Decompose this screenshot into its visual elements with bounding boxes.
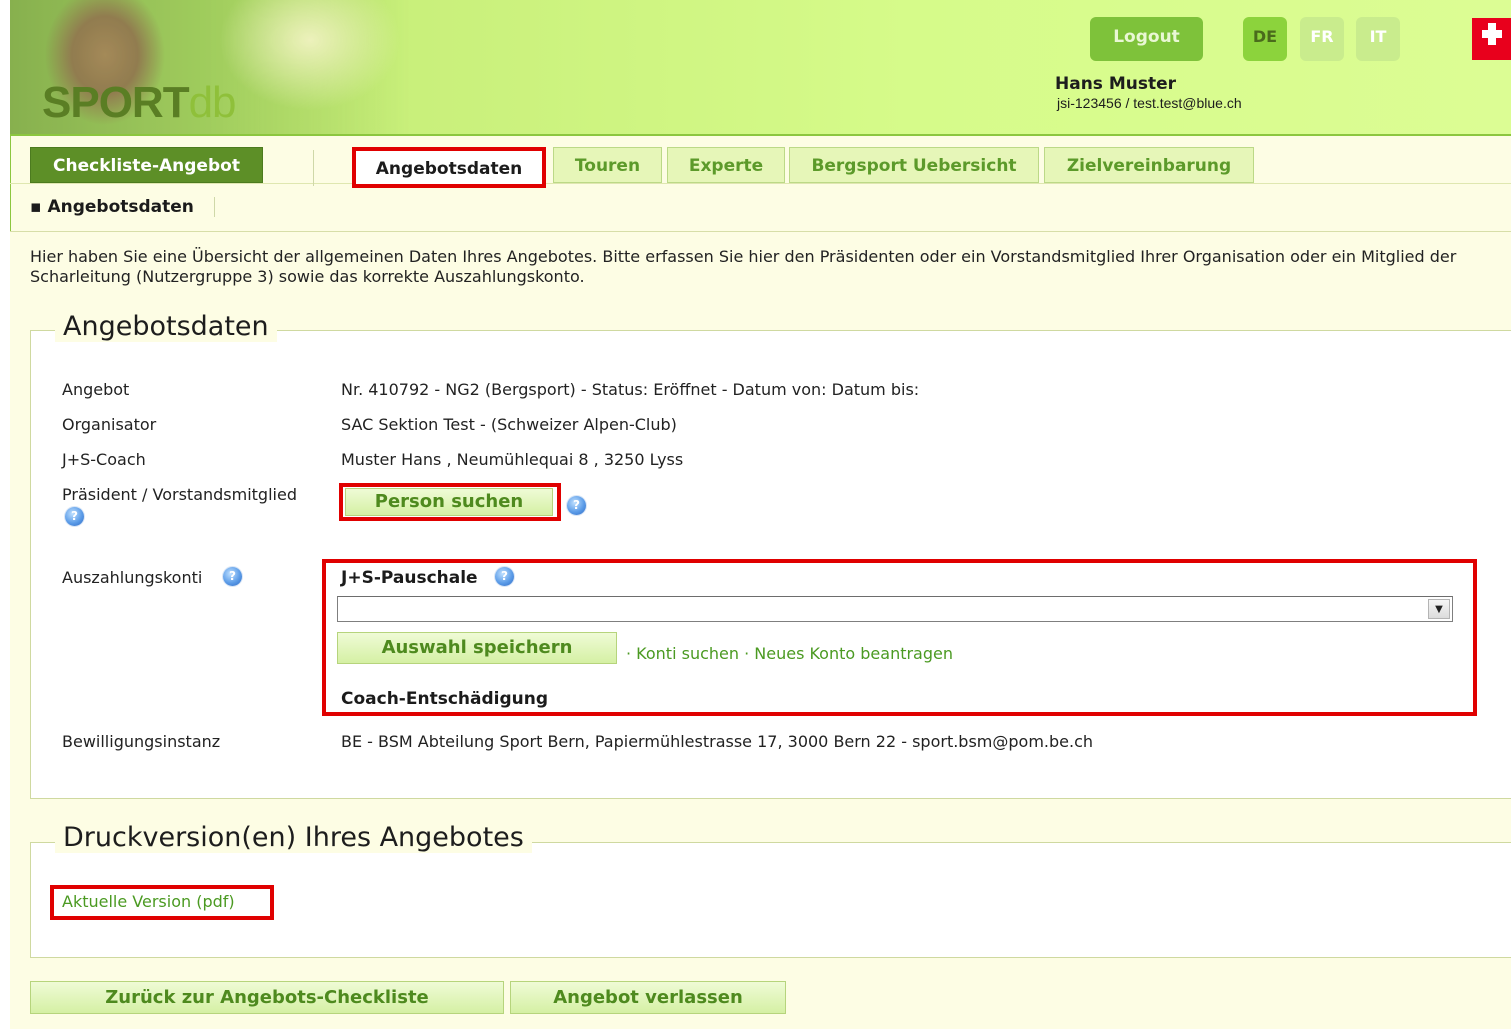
person-suchen-button[interactable]: Person suchen [345,488,553,516]
zurueck-button[interactable]: Zurück zur Angebots-Checkliste [30,981,504,1014]
tab-bergsport-uebersicht[interactable]: Bergsport Uebersicht [789,147,1039,183]
pdf-link[interactable]: Aktuelle Version (pdf) [62,892,235,911]
tab-experte[interactable]: Experte [667,147,785,183]
praesident-label: Präsident / Vorstandsmitglied [62,485,297,504]
help-icon[interactable]: ? [65,507,84,526]
chevron-down-icon[interactable]: ▼ [1428,599,1450,619]
neues-konto-link[interactable]: Neues Konto beantragen [754,644,953,663]
tab-checkliste-angebot[interactable]: Checkliste-Angebot [30,147,263,183]
language-it-button[interactable]: IT [1356,17,1400,61]
breadcrumb: ▪ Angebotsdaten [30,197,194,217]
coach-entschaedigung-label: Coach-Entschädigung [341,689,549,709]
coach-label: J+S-Coach [62,450,146,469]
druckversion-title: Druckversion(en) Ihres Angebotes [55,822,532,853]
language-de-button[interactable]: DE [1243,17,1287,61]
angebot-label: Angebot [62,380,130,399]
help-icon[interactable]: ? [495,567,514,586]
bewilligung-label: Bewilligungsinstanz [62,732,221,751]
user-name: Hans Muster [1055,74,1177,94]
tab-zielvereinbarung[interactable]: Zielvereinbarung [1044,147,1254,183]
coach-value: Muster Hans , Neumühlequai 8 , 3250 Lyss [341,450,684,469]
help-icon[interactable]: ? [223,567,242,586]
bewilligung-value: BE - BSM Abteilung Sport Bern, Papiermüh… [341,732,1094,751]
organisator-label: Organisator [62,415,157,434]
pauschale-label: J+S-Pauschale [341,568,478,588]
angebot-verlassen-button[interactable]: Angebot verlassen [510,981,786,1014]
konto-links: · Konti suchen · Neues Konto beantragen [626,644,953,663]
intro-text: Hier haben Sie eine Übersicht der allgem… [30,247,1457,286]
konto-select[interactable] [337,596,1453,622]
help-icon[interactable]: ? [567,496,586,515]
angebot-value: Nr. 410792 - NG2 (Bergsport) - Status: E… [341,380,920,399]
logout-button[interactable]: Logout [1090,17,1203,61]
organisator-value: SAC Sektion Test - (Schweizer Alpen-Club… [341,415,677,434]
language-fr-button[interactable]: FR [1300,17,1344,61]
tab-separator [313,150,314,186]
logo-main: SPORT [42,78,190,127]
logo-suffix: db [188,78,237,127]
auszahlungskonti-label: Auszahlungskonti [62,568,203,587]
user-info: jsi-123456 / test.test@blue.ch [1057,95,1242,111]
breadcrumb-separator [214,197,215,217]
swiss-cross-icon [1472,18,1511,60]
sportdb-logo[interactable]: SPORTdb [42,78,237,128]
tab-angebotsdaten[interactable]: Angebotsdaten [352,147,546,188]
auswahl-speichern-button[interactable]: Auswahl speichern [337,632,617,664]
angebotsdaten-title: Angebotsdaten [55,311,277,342]
konti-suchen-link[interactable]: Konti suchen [636,644,739,663]
tab-touren[interactable]: Touren [553,147,662,183]
